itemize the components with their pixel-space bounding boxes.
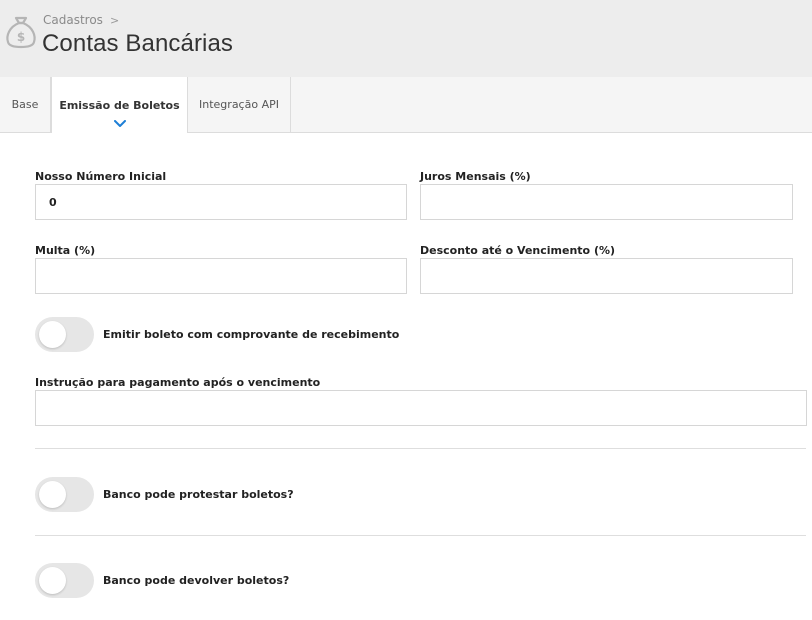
page-title: Contas Bancárias [42,30,234,57]
divider [35,535,806,536]
toggle-knob [39,321,66,348]
instrucao-label: Instrução para pagamento após o vencimen… [35,376,321,389]
breadcrumb-item-cadastros[interactable]: Cadastros [43,13,103,27]
chevron-down-icon [113,120,126,127]
emitir-comprovante-label: Emitir boleto com comprovante de recebim… [103,328,400,341]
juros-label: Juros Mensais (%) [420,170,531,183]
tab-emissao-de-boletos[interactable]: Emissão de Boletos [51,77,188,133]
money-bag-icon: $ [6,16,36,49]
desconto-label: Desconto até o Vencimento (%) [420,244,616,257]
page-header: $ Cadastros > Contas Bancárias [0,0,812,78]
svg-text:$: $ [17,30,25,44]
nosso-numero-input[interactable]: 0 [35,184,407,220]
devolver-toggle[interactable] [35,563,94,598]
nosso-numero-label: Nosso Número Inicial [35,170,167,183]
juros-input[interactable] [420,184,793,220]
tab-bar: Base Emissão de Boletos Integração API [0,77,812,133]
instrucao-input[interactable] [35,390,807,426]
breadcrumb: Cadastros > [43,13,119,27]
toggle-knob [39,481,66,508]
protestar-toggle[interactable] [35,477,94,512]
tab-integracao-api[interactable]: Integração API [188,77,291,132]
protestar-label: Banco pode protestar boletos? [103,488,294,501]
chevron-right-icon: > [109,13,120,27]
emitir-comprovante-toggle[interactable] [35,317,94,352]
toggle-knob [39,567,66,594]
tab-label: Emissão de Boletos [59,98,180,112]
multa-input[interactable] [35,258,407,294]
multa-label: Multa (%) [35,244,96,257]
divider [35,448,806,449]
tab-base[interactable]: Base [0,77,51,132]
desconto-input[interactable] [420,258,793,294]
devolver-label: Banco pode devolver boletos? [103,574,290,587]
